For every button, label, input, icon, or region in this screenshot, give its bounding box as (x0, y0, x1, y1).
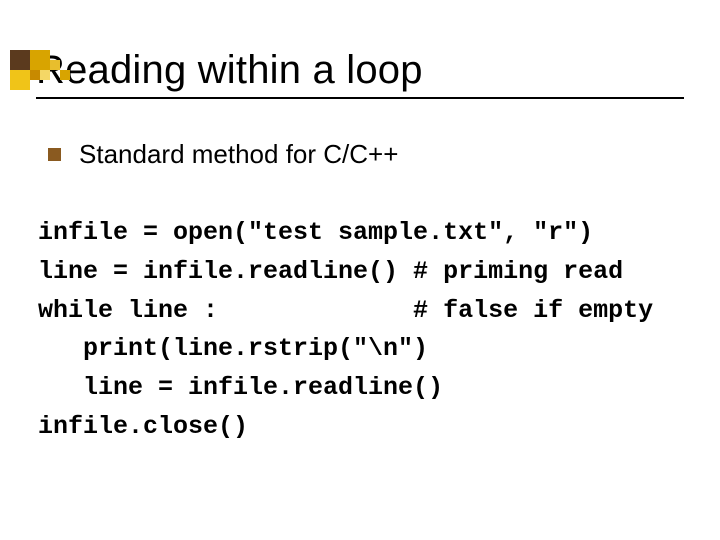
bullet-marker-icon (48, 148, 61, 161)
code-line: infile.close() (38, 412, 248, 441)
code-line: line = infile.readline() # priming read (38, 257, 623, 286)
code-line: infile = open("test sample.txt", "r") (38, 218, 593, 247)
code-line: while line : # false if empty (38, 296, 653, 325)
corner-decoration (0, 48, 110, 88)
deco-square (30, 70, 40, 80)
deco-square (60, 70, 70, 80)
deco-square (10, 70, 30, 90)
title-rule (36, 97, 684, 99)
deco-square (50, 60, 60, 70)
deco-square (40, 70, 50, 80)
deco-square (30, 50, 50, 70)
code-line: print(line.rstrip("\n") (38, 334, 428, 363)
bullet-item: Standard method for C/C++ (48, 139, 684, 170)
bullet-text: Standard method for C/C++ (79, 139, 398, 170)
bullet-list: Standard method for C/C++ (48, 139, 684, 170)
deco-square (10, 50, 30, 70)
code-line: line = infile.readline() (38, 373, 443, 402)
slide-title: Reading within a loop (36, 48, 684, 93)
code-block: infile = open("test sample.txt", "r") li… (38, 214, 684, 447)
slide: Reading within a loop Standard method fo… (0, 48, 720, 540)
